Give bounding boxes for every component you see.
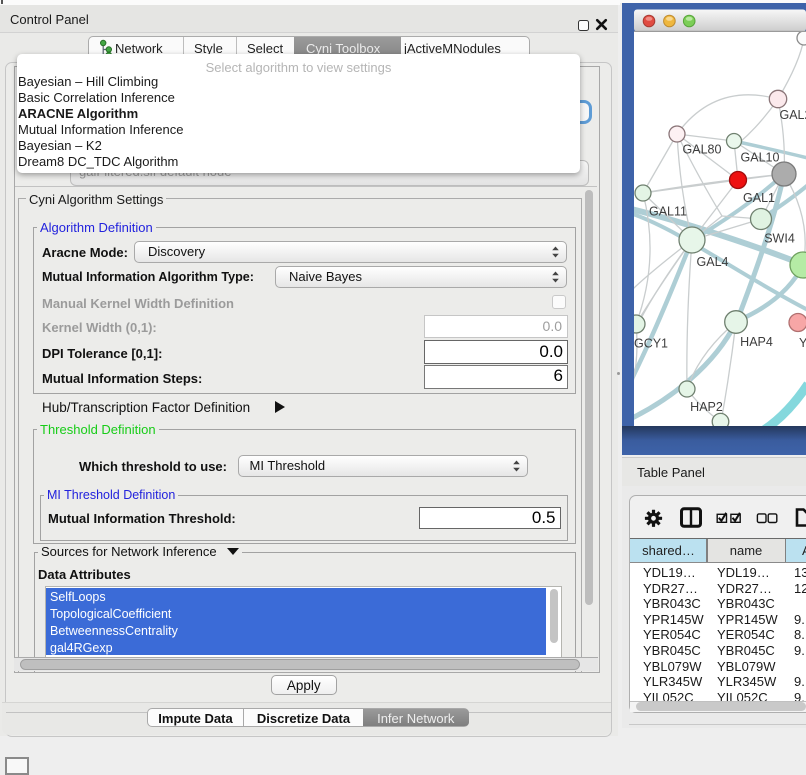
svg-text:GAL4: GAL4 (697, 255, 729, 269)
svg-text:SWI4: SWI4 (764, 232, 795, 246)
svg-text:HAP2: HAP2 (690, 400, 723, 414)
svg-text:YM: YM (799, 336, 806, 350)
svg-text:GAL80: GAL80 (683, 143, 722, 157)
svg-text:GAL1: GAL1 (743, 191, 775, 205)
svg-text:GAL11: GAL11 (649, 205, 687, 219)
svg-text:GCY1: GCY1 (634, 337, 668, 351)
svg-text:GAL2: GAL2 (780, 108, 806, 122)
svg-text:GAL10: GAL10 (741, 151, 780, 165)
svg-text:HAP4: HAP4 (740, 335, 773, 349)
